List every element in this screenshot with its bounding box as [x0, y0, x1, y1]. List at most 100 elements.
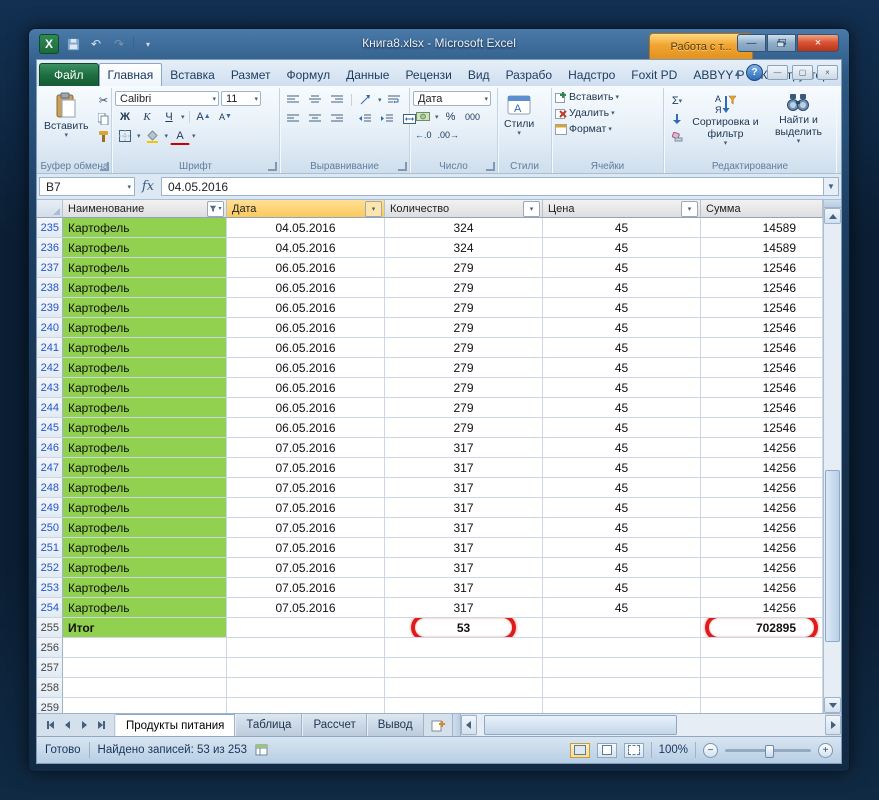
- row-number[interactable]: 237: [37, 258, 63, 278]
- row-number[interactable]: 251: [37, 538, 63, 558]
- row-number[interactable]: 249: [37, 498, 63, 518]
- paste-button[interactable]: Вставить ▾: [41, 90, 92, 159]
- cell-sum[interactable]: 14256: [701, 518, 823, 538]
- minimize-button[interactable]: —: [737, 34, 766, 52]
- cell-name[interactable]: Картофель: [63, 378, 227, 398]
- cell-name[interactable]: Картофель: [63, 438, 227, 458]
- ribbon-tab-Данные[interactable]: Данные: [338, 63, 397, 86]
- row-number[interactable]: 259: [37, 698, 63, 713]
- cell-date[interactable]: 06.05.2016: [227, 338, 385, 358]
- scroll-right-button[interactable]: [825, 715, 841, 735]
- increase-decimal-icon[interactable]: ←.0: [413, 127, 434, 144]
- close-button[interactable]: ×: [797, 34, 839, 52]
- align-bottom-icon[interactable]: [327, 91, 347, 108]
- row-number[interactable]: 243: [37, 378, 63, 398]
- qty-filter-dropdown[interactable]: ▾: [523, 201, 540, 217]
- font-size-combo[interactable]: 11▾: [221, 91, 261, 106]
- format-cells-button[interactable]: Формат▾: [555, 123, 660, 135]
- insert-sheet-button[interactable]: [424, 714, 453, 736]
- cell-price[interactable]: 45: [543, 478, 701, 498]
- ribbon-tab-Надстро[interactable]: Надстро: [560, 63, 623, 86]
- fill-icon[interactable]: [667, 110, 687, 127]
- bold-button[interactable]: Ж: [115, 108, 135, 125]
- cell-name[interactable]: Картофель: [63, 478, 227, 498]
- decrease-indent-icon[interactable]: [355, 110, 375, 127]
- cell-name[interactable]: Картофель: [63, 358, 227, 378]
- header-price[interactable]: Цена ▾: [543, 200, 701, 218]
- cell-price[interactable]: 45: [543, 358, 701, 378]
- cell-price[interactable]: 45: [543, 498, 701, 518]
- zoom-slider-thumb[interactable]: [765, 745, 774, 758]
- vertical-scroll-track[interactable]: [824, 224, 841, 697]
- cell-qty[interactable]: 279: [385, 378, 543, 398]
- workbook-close-button[interactable]: ×: [817, 65, 838, 80]
- cell-qty[interactable]: [385, 678, 543, 698]
- cell-date[interactable]: [227, 658, 385, 678]
- borders-icon[interactable]: [115, 128, 135, 145]
- cell-sum[interactable]: 14589: [701, 238, 823, 258]
- restore-button[interactable]: [767, 34, 796, 52]
- row-number[interactable]: 241: [37, 338, 63, 358]
- row-number[interactable]: 258: [37, 678, 63, 698]
- number-dialog-launcher[interactable]: [486, 162, 495, 171]
- ribbon-tab-Главная[interactable]: Главная: [99, 63, 163, 86]
- alignment-dialog-launcher[interactable]: [398, 162, 407, 171]
- cell-qty[interactable]: 279: [385, 258, 543, 278]
- cell-sum[interactable]: 14589: [701, 218, 823, 238]
- underline-button[interactable]: Ч: [159, 108, 179, 125]
- row-number[interactable]: 257: [37, 658, 63, 678]
- format-painter-icon[interactable]: [94, 128, 114, 145]
- select-all-corner[interactable]: [37, 200, 63, 218]
- cell-date[interactable]: 07.05.2016: [227, 438, 385, 458]
- row-number[interactable]: 239: [37, 298, 63, 318]
- cell-sum[interactable]: 12546: [701, 278, 823, 298]
- cell-date[interactable]: 07.05.2016: [227, 458, 385, 478]
- page-layout-view-button[interactable]: [597, 743, 617, 758]
- title-bar[interactable]: X ↶ ↷ ▾ Книга8.xlsx - Microsoft Excel Ра…: [29, 29, 849, 59]
- align-center-icon[interactable]: [305, 110, 325, 127]
- cell-sum[interactable]: [701, 698, 823, 713]
- cell-sum[interactable]: 12546: [701, 258, 823, 278]
- vertical-scroll-thumb[interactable]: [825, 470, 840, 642]
- horizontal-scrollbar[interactable]: [461, 714, 841, 736]
- cell-date[interactable]: 07.05.2016: [227, 538, 385, 558]
- currency-icon[interactable]: [413, 108, 433, 125]
- cell-qty[interactable]: 279: [385, 298, 543, 318]
- header-date[interactable]: Дата ▾: [227, 200, 385, 218]
- cell-date[interactable]: 06.05.2016: [227, 398, 385, 418]
- ribbon-collapse-icon[interactable]: ▲: [733, 68, 742, 78]
- cell-name[interactable]: Картофель: [63, 578, 227, 598]
- cell-qty[interactable]: 317: [385, 438, 543, 458]
- cell-price[interactable]: [543, 698, 701, 713]
- row-number[interactable]: 256: [37, 638, 63, 658]
- cell-qty[interactable]: [385, 638, 543, 658]
- horizontal-scroll-track[interactable]: [477, 714, 825, 736]
- zoom-out-button[interactable]: −: [703, 743, 718, 758]
- horizontal-scroll-thumb[interactable]: [484, 715, 678, 735]
- row-number[interactable]: 242: [37, 358, 63, 378]
- cell-qty[interactable]: 279: [385, 418, 543, 438]
- header-name[interactable]: Наименование ▾: [63, 200, 227, 218]
- cell-sum[interactable]: 12546: [701, 298, 823, 318]
- sort-filter-button[interactable]: А Я Сортировка и фильтр ▾: [687, 90, 764, 159]
- cell-name[interactable]: Картофель: [63, 398, 227, 418]
- cell-name[interactable]: [63, 698, 227, 713]
- formula-bar-expand-icon[interactable]: ▼: [824, 177, 839, 196]
- font-name-combo[interactable]: Calibri▾: [115, 91, 219, 106]
- row-number[interactable]: 254: [37, 598, 63, 618]
- font-dialog-launcher[interactable]: [268, 162, 277, 171]
- cell-date[interactable]: 07.05.2016: [227, 578, 385, 598]
- workbook-restore-button[interactable]: ▢: [792, 65, 813, 80]
- row-number[interactable]: 252: [37, 558, 63, 578]
- cell-qty[interactable]: 317: [385, 578, 543, 598]
- underline-dropdown-icon[interactable]: ▾: [181, 113, 185, 121]
- cell-date[interactable]: 04.05.2016: [227, 238, 385, 258]
- cell-name[interactable]: Картофель: [63, 338, 227, 358]
- cell-qty[interactable]: 279: [385, 318, 543, 338]
- percent-icon[interactable]: %: [441, 108, 461, 125]
- prev-sheet-button[interactable]: [60, 718, 74, 732]
- styles-button[interactable]: А Стили ▾: [501, 90, 537, 159]
- cell-date[interactable]: 07.05.2016: [227, 498, 385, 518]
- fill-color-icon[interactable]: [143, 128, 163, 145]
- shrink-font-icon[interactable]: А▼: [216, 108, 236, 125]
